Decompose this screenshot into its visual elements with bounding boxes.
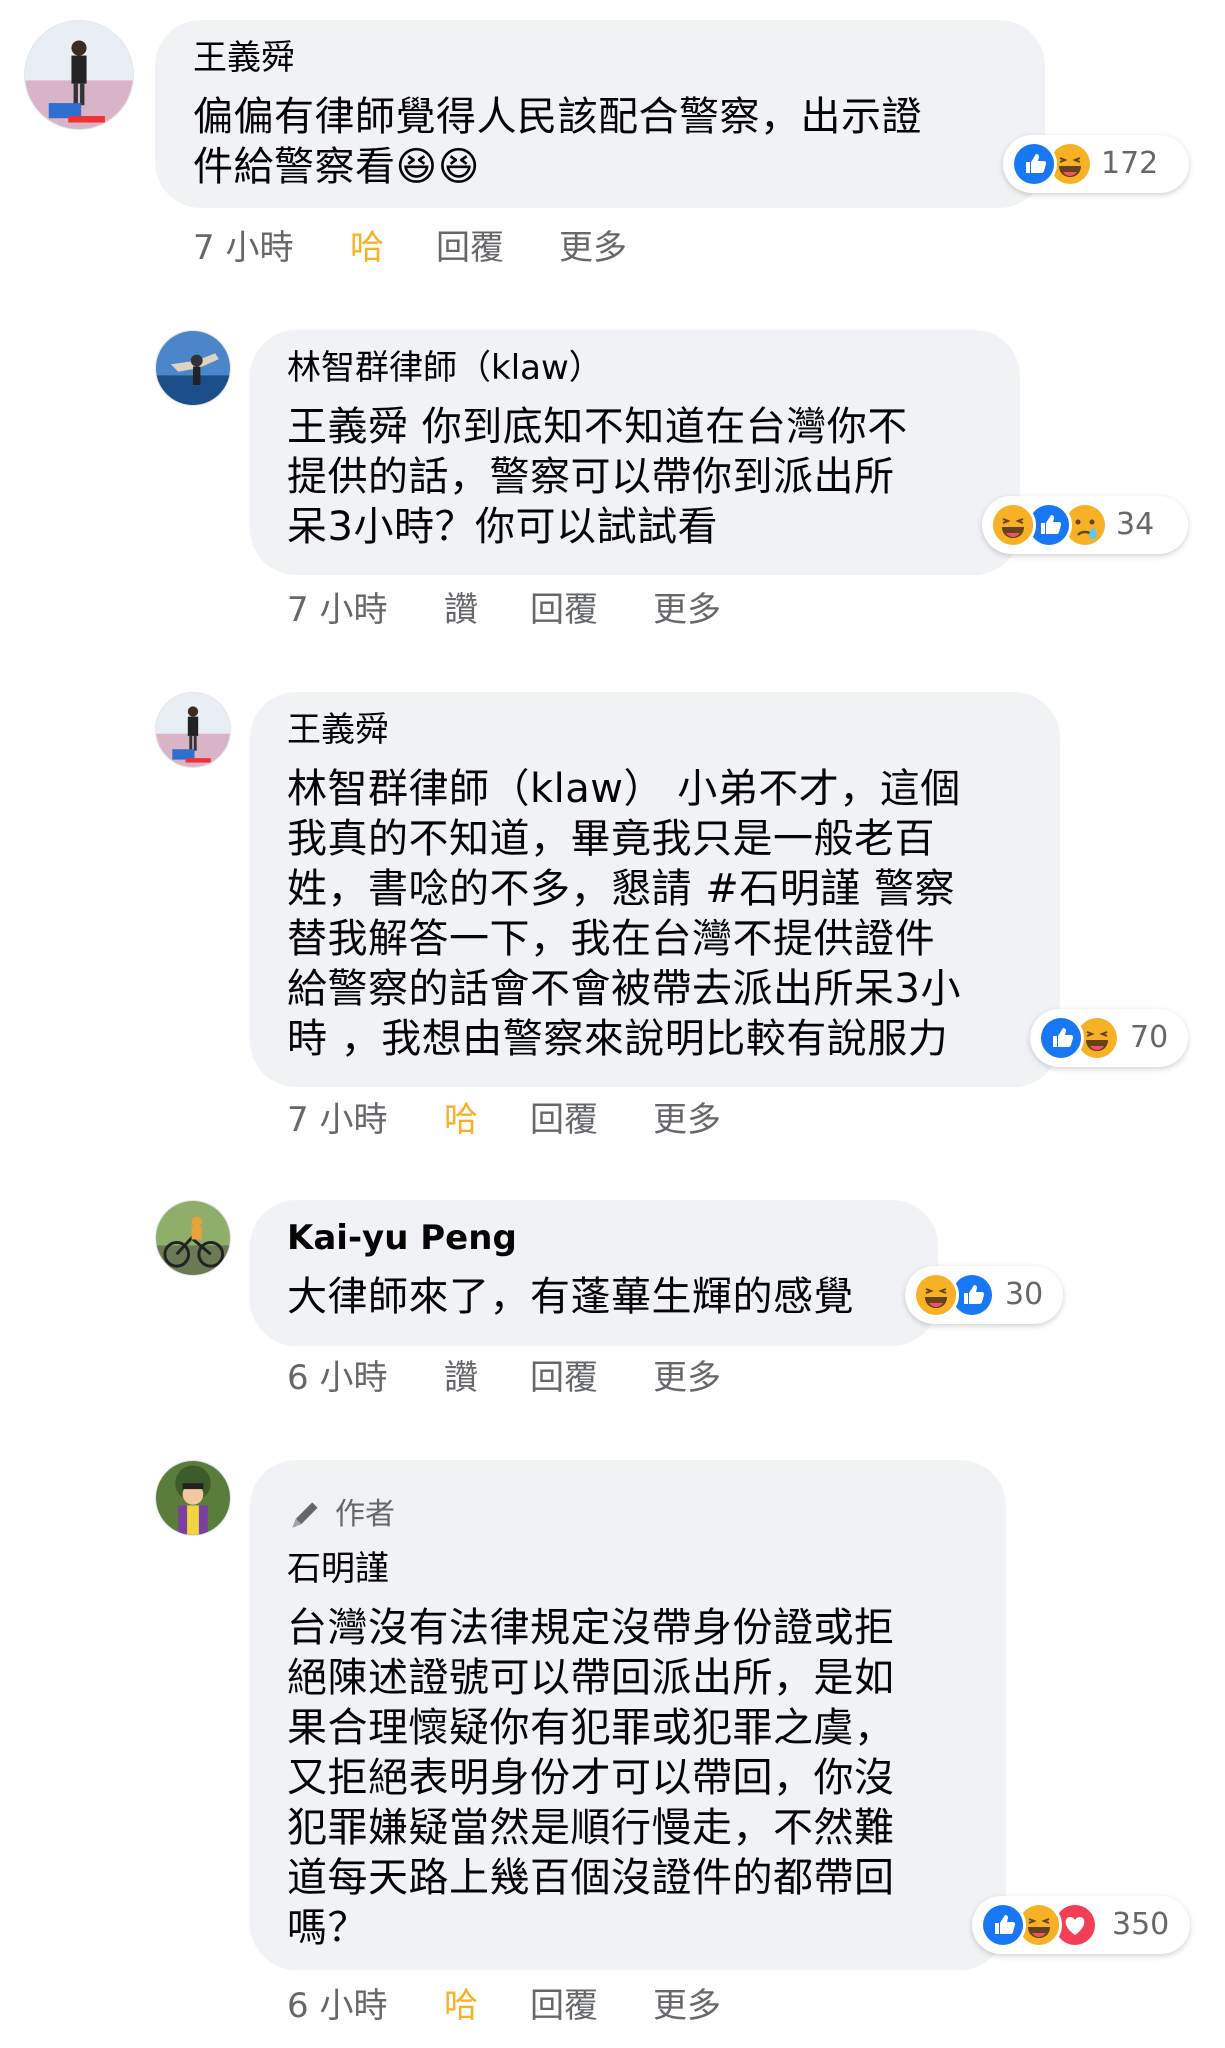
reply-button[interactable]: 回覆 — [530, 590, 598, 630]
reaction-button[interactable]: 讚 — [444, 590, 478, 630]
comment-time[interactable]: 7 小時 — [287, 590, 387, 630]
reaction-summary[interactable]: 34 — [982, 496, 1188, 554]
reaction-button[interactable]: 哈 — [350, 228, 384, 268]
comment-author[interactable]: 王義舜 — [193, 38, 295, 78]
pen-icon — [292, 1502, 318, 1528]
comment-text: 林智群律師（klaw） 小弟不才，這個 我真的不知道，畢竟我只是一般老百 姓，書… — [287, 766, 961, 1062]
comment-time[interactable]: 6 小時 — [287, 1358, 387, 1398]
more-button[interactable]: 更多 — [559, 228, 627, 268]
reaction-button[interactable]: 哈 — [444, 1986, 478, 2026]
more-button[interactable]: 更多 — [653, 590, 721, 630]
comment-author[interactable]: 王義舜 — [287, 710, 389, 750]
reaction-count: 34 — [1116, 507, 1155, 542]
reply-button[interactable]: 回覆 — [436, 228, 504, 268]
comment-author[interactable]: 石明謹 — [287, 1549, 389, 1589]
reaction-summary[interactable]: 70 — [1030, 1009, 1188, 1067]
avatar[interactable] — [155, 1200, 231, 1276]
reaction-count: 30 — [1005, 1277, 1044, 1312]
reaction-button[interactable]: 哈 — [444, 1100, 478, 1140]
like-reaction-icon — [1038, 1015, 1084, 1061]
comment-author[interactable]: 林智群律師（klaw） — [287, 348, 603, 388]
avatar-photo-icon — [156, 1201, 230, 1275]
comment-text: 偏偏有律師覺得人民該配合警察，出示證 件給警察看😆😆 — [193, 94, 922, 190]
reaction-count: 350 — [1112, 1907, 1170, 1942]
comment-author[interactable]: Kai-yu Peng — [287, 1218, 517, 1258]
haha-reaction-icon — [990, 502, 1036, 548]
avatar-photo-icon — [156, 331, 230, 405]
comment-text: 台灣沒有法律規定沒帶身份證或拒 絕陳述證號可以帶回派出所，是如 果合理懷疑你有犯… — [287, 1605, 895, 1951]
avatar-photo-icon — [156, 1461, 230, 1535]
reaction-summary[interactable]: 350 — [972, 1896, 1190, 1954]
reply-button[interactable]: 回覆 — [530, 1358, 598, 1398]
haha-reaction-icon — [913, 1272, 959, 1318]
avatar[interactable] — [155, 1460, 231, 1536]
like-reaction-icon — [1011, 141, 1057, 187]
avatar[interactable] — [24, 20, 134, 130]
reaction-summary[interactable]: 30 — [905, 1266, 1063, 1324]
reaction-count: 172 — [1101, 146, 1159, 181]
avatar-photo-icon — [156, 693, 230, 767]
comment-time[interactable]: 6 小時 — [287, 1986, 387, 2026]
reaction-summary[interactable]: 172 — [1003, 135, 1189, 193]
reply-button[interactable]: 回覆 — [530, 1100, 598, 1140]
comment-time[interactable]: 7 小時 — [193, 228, 293, 268]
more-button[interactable]: 更多 — [653, 1100, 721, 1140]
comment-text: 大律師來了，有蓬蓽生輝的感覺 — [287, 1274, 854, 1320]
more-button[interactable]: 更多 — [653, 1986, 721, 2026]
avatar-photo-icon — [25, 21, 133, 129]
more-button[interactable]: 更多 — [653, 1358, 721, 1398]
reply-button[interactable]: 回覆 — [530, 1986, 598, 2026]
like-reaction-icon — [980, 1902, 1026, 1948]
reaction-button[interactable]: 讚 — [444, 1358, 478, 1398]
author-badge-label: 作者 — [335, 1497, 395, 1532]
comment-time[interactable]: 7 小時 — [287, 1100, 387, 1140]
reaction-count: 70 — [1130, 1020, 1169, 1055]
comment-text: 王義舜 你到底知不知道在台灣你不 提供的話，警察可以帶你到派出所 呆3小時？你可… — [287, 404, 908, 550]
avatar[interactable] — [155, 330, 231, 406]
avatar[interactable] — [155, 692, 231, 768]
